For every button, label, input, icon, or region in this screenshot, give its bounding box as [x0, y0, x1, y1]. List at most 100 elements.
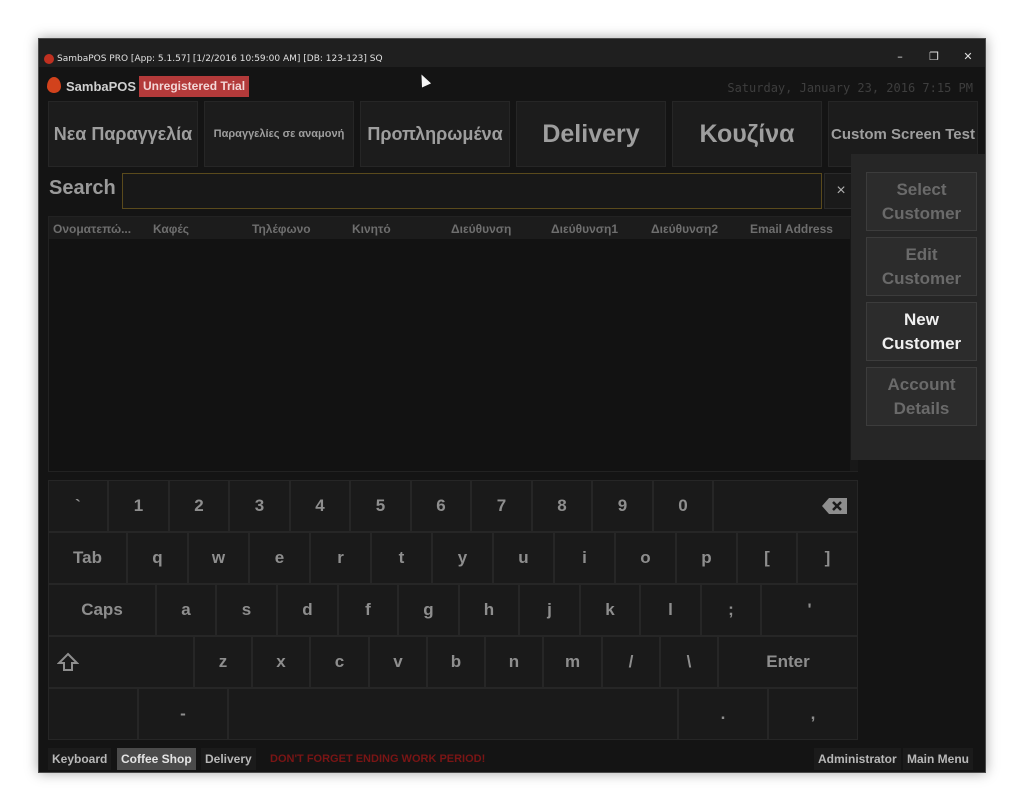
key-l[interactable]: l [640, 584, 701, 636]
key-5[interactable]: 5 [350, 480, 411, 532]
select-customer-label-line2: Customer [881, 203, 962, 223]
app-icon [44, 54, 54, 64]
key-slash[interactable]: / [602, 636, 660, 688]
pending-orders-button[interactable]: Παραγγελίες σε αναμονή [204, 101, 354, 167]
key-enter[interactable]: Enter [718, 636, 858, 688]
on-screen-keyboard: ` 1 2 3 4 5 6 7 8 9 0 Tab q w e r t y u … [48, 480, 858, 740]
account-details-label-line1: Account [887, 374, 956, 394]
key-3[interactable]: 3 [229, 480, 290, 532]
column-header-coffee[interactable]: Καφές [153, 222, 189, 236]
status-bar: Keyboard Coffee Shop Delivery DON'T FORG… [39, 748, 985, 772]
account-details-button[interactable]: Account Details [866, 367, 977, 426]
key-s[interactable]: s [216, 584, 277, 636]
key-backtick[interactable]: ` [48, 480, 108, 532]
kitchen-button[interactable]: Κουζίνα [672, 101, 822, 167]
key-q[interactable]: q [127, 532, 188, 584]
new-customer-button[interactable]: New Customer [866, 302, 977, 361]
table-header: Ονοματεπώ... Καφές Τηλέφωνο Κινητό Διεύθ… [49, 217, 857, 239]
key-k[interactable]: k [580, 584, 640, 636]
app-header: SambaPOS Unregistered Trial Saturday, Ja… [39, 67, 985, 101]
key-n[interactable]: n [485, 636, 543, 688]
key-a[interactable]: a [156, 584, 216, 636]
key-w[interactable]: w [188, 532, 249, 584]
key-space[interactable] [228, 688, 678, 740]
column-header-name[interactable]: Ονοματεπώ... [53, 222, 131, 236]
key-blank-left[interactable] [48, 688, 138, 740]
key-b[interactable]: b [427, 636, 485, 688]
key-6[interactable]: 6 [411, 480, 471, 532]
customer-table: Ονοματεπώ... Καφές Τηλέφωνο Κινητό Διεύθ… [48, 216, 858, 472]
key-d[interactable]: d [277, 584, 338, 636]
key-h[interactable]: h [459, 584, 519, 636]
shift-icon [57, 652, 79, 671]
key-7[interactable]: 7 [471, 480, 532, 532]
key-g[interactable]: g [398, 584, 459, 636]
new-customer-label-line2: Customer [881, 333, 962, 353]
edit-customer-button[interactable]: Edit Customer [866, 237, 977, 296]
key-o[interactable]: o [615, 532, 676, 584]
app-window: SambaPOS PRO [App: 5.1.57] [1/2/2016 10:… [38, 38, 986, 773]
key-caps[interactable]: Caps [48, 584, 156, 636]
key-p[interactable]: p [676, 532, 737, 584]
key-9[interactable]: 9 [592, 480, 653, 532]
key-tab[interactable]: Tab [48, 532, 127, 584]
key-8[interactable]: 8 [532, 480, 592, 532]
department-coffee-shop-button[interactable]: Coffee Shop [117, 748, 196, 770]
title-bar: SambaPOS PRO [App: 5.1.57] [1/2/2016 10:… [39, 39, 985, 67]
search-input[interactable] [122, 173, 822, 209]
key-1[interactable]: 1 [108, 480, 169, 532]
delivery-nav-button[interactable]: Delivery [516, 101, 666, 167]
key-semicolon[interactable]: ; [701, 584, 761, 636]
column-header-address[interactable]: Διεύθυνση [451, 222, 511, 236]
department-delivery-button[interactable]: Delivery [201, 748, 256, 770]
key-y[interactable]: y [432, 532, 493, 584]
shift-key[interactable] [48, 636, 194, 688]
work-period-warning: DON'T FORGET ENDING WORK PERIOD! [270, 753, 486, 765]
key-m[interactable]: m [543, 636, 602, 688]
key-minus[interactable]: - [138, 688, 228, 740]
key-v[interactable]: v [369, 636, 427, 688]
key-left-bracket[interactable]: [ [737, 532, 797, 584]
key-j[interactable]: j [519, 584, 580, 636]
column-header-phone[interactable]: Τηλέφωνο [252, 222, 311, 236]
close-button[interactable]: ✕ [951, 49, 985, 65]
window-title: SambaPOS PRO [App: 5.1.57] [1/2/2016 10:… [57, 54, 383, 64]
select-customer-button[interactable]: Select Customer [866, 172, 977, 231]
column-header-email[interactable]: Email Address [750, 222, 833, 236]
key-backslash[interactable]: \ [660, 636, 718, 688]
key-apostrophe[interactable]: ' [761, 584, 858, 636]
column-header-mobile[interactable]: Κινητό [352, 222, 391, 236]
prepaid-button[interactable]: Προπληρωμένα [360, 101, 510, 167]
edit-customer-label-line1: Edit [905, 244, 938, 264]
key-t[interactable]: t [371, 532, 432, 584]
key-period[interactable]: . [678, 688, 768, 740]
sambapos-logo-icon [47, 77, 61, 93]
customer-actions-panel: Select Customer Edit Customer New Customer … [851, 154, 985, 460]
account-details-label-line2: Details [893, 398, 950, 418]
key-u[interactable]: u [493, 532, 554, 584]
backspace-key[interactable] [713, 480, 858, 532]
key-r[interactable]: r [310, 532, 371, 584]
key-comma[interactable]: , [768, 688, 858, 740]
edit-customer-label-line2: Customer [881, 268, 962, 288]
maximize-button[interactable]: ❐ [917, 49, 951, 65]
keyboard-toggle-button[interactable]: Keyboard [48, 748, 112, 770]
new-order-button[interactable]: Νεα Παραγγελία [48, 101, 198, 167]
main-menu-button[interactable]: Main Menu [903, 748, 973, 770]
key-right-bracket[interactable]: ] [797, 532, 858, 584]
key-f[interactable]: f [338, 584, 398, 636]
key-i[interactable]: i [554, 532, 615, 584]
key-x[interactable]: x [252, 636, 310, 688]
key-0[interactable]: 0 [653, 480, 713, 532]
column-header-address1[interactable]: Διεύθυνση1 [551, 222, 618, 236]
key-e[interactable]: e [249, 532, 310, 584]
column-header-address2[interactable]: Διεύθυνση2 [651, 222, 718, 236]
trial-badge: Unregistered Trial [139, 76, 250, 97]
key-c[interactable]: c [310, 636, 369, 688]
minimize-button[interactable]: – [883, 49, 917, 65]
key-2[interactable]: 2 [169, 480, 229, 532]
new-customer-label-line1: New [904, 309, 939, 329]
key-z[interactable]: z [194, 636, 252, 688]
key-4[interactable]: 4 [290, 480, 350, 532]
select-customer-label-line1: Select [896, 179, 947, 199]
